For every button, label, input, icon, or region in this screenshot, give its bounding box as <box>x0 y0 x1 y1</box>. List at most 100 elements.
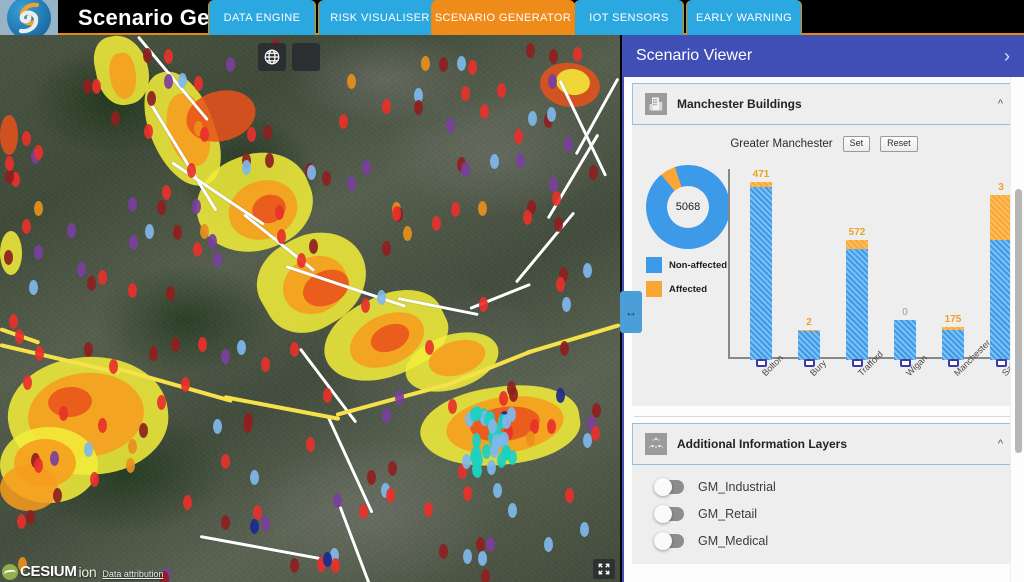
tab-iot-sensors[interactable]: IOT SENSORS <box>574 0 684 35</box>
building-marker[interactable] <box>128 439 137 454</box>
building-marker[interactable] <box>347 176 356 191</box>
building-marker[interactable] <box>265 153 274 168</box>
building-marker[interactable] <box>473 406 482 421</box>
building-marker[interactable] <box>463 486 472 501</box>
building-marker[interactable] <box>247 127 256 142</box>
building-marker[interactable] <box>446 118 455 133</box>
building-marker[interactable] <box>552 191 561 206</box>
building-marker[interactable] <box>382 241 391 256</box>
building-marker[interactable] <box>143 48 152 63</box>
building-marker[interactable] <box>23 375 32 390</box>
building-marker[interactable] <box>487 460 496 475</box>
building-marker[interactable] <box>193 242 202 257</box>
building-marker[interactable] <box>589 165 598 180</box>
building-marker[interactable] <box>560 341 569 356</box>
bar-column[interactable]: 471 <box>750 169 772 360</box>
building-marker[interactable] <box>171 337 180 352</box>
building-marker[interactable] <box>497 83 506 98</box>
building-marker[interactable] <box>213 252 222 267</box>
building-marker[interactable] <box>129 235 138 250</box>
reset-button[interactable]: Reset <box>880 136 918 152</box>
building-marker[interactable] <box>386 488 395 503</box>
building-marker[interactable] <box>425 340 434 355</box>
building-marker[interactable] <box>162 185 171 200</box>
building-marker[interactable] <box>322 171 331 186</box>
building-marker[interactable] <box>90 472 99 487</box>
building-marker[interactable] <box>183 495 192 510</box>
building-marker[interactable] <box>362 160 371 175</box>
building-marker[interactable] <box>111 111 120 126</box>
building-marker[interactable] <box>502 445 511 460</box>
building-marker[interactable] <box>17 514 26 529</box>
building-marker[interactable] <box>34 458 43 473</box>
tab-data-engine[interactable]: DATA ENGINE <box>208 0 316 35</box>
building-marker[interactable] <box>392 206 401 221</box>
layer-row[interactable]: GM_Retail <box>632 500 1016 527</box>
building-marker[interactable] <box>499 391 508 406</box>
building-marker[interactable] <box>554 217 563 232</box>
chevron-right-icon[interactable]: › <box>1004 47 1010 65</box>
building-marker[interactable] <box>128 197 137 212</box>
building-marker[interactable] <box>421 56 430 71</box>
layer-row[interactable]: GM_Industrial <box>632 473 1016 500</box>
building-marker[interactable] <box>250 519 259 534</box>
bar-segment-non-affected[interactable] <box>750 187 772 360</box>
cesium-ion-logo-icon[interactable]: CESIUM ion <box>2 563 96 580</box>
tab-early-warning[interactable]: EARLY WARNING <box>686 0 802 35</box>
building-marker[interactable] <box>476 537 485 552</box>
building-marker[interactable] <box>478 551 487 566</box>
building-marker[interactable] <box>253 505 262 520</box>
card-header-additional-layers[interactable]: Additional Information Layers ^ <box>632 423 1016 465</box>
building-marker[interactable] <box>486 537 495 552</box>
building-marker[interactable] <box>382 99 391 114</box>
building-marker[interactable] <box>15 329 24 344</box>
building-marker[interactable] <box>331 558 340 573</box>
building-marker[interactable] <box>549 177 558 192</box>
building-marker[interactable] <box>139 423 148 438</box>
globe-icon[interactable] <box>258 43 286 71</box>
building-marker[interactable] <box>147 91 156 106</box>
building-marker[interactable] <box>544 537 553 552</box>
building-marker[interactable] <box>157 200 166 215</box>
building-marker[interactable] <box>583 263 592 278</box>
bar-segment-non-affected[interactable] <box>846 249 868 360</box>
building-marker[interactable] <box>243 418 252 433</box>
building-marker[interactable] <box>359 504 368 519</box>
building-marker[interactable] <box>178 73 187 88</box>
building-marker[interactable] <box>448 399 457 414</box>
layer-row[interactable]: GM_Medical <box>632 527 1016 554</box>
building-marker[interactable] <box>290 342 299 357</box>
building-marker[interactable] <box>439 544 448 559</box>
building-marker[interactable] <box>92 79 101 94</box>
layer-box-icon[interactable] <box>292 43 320 71</box>
building-marker[interactable] <box>480 104 489 119</box>
building-marker[interactable] <box>528 111 537 126</box>
bar-segment-non-affected[interactable] <box>798 331 820 360</box>
building-marker[interactable] <box>591 426 600 441</box>
chevron-up-icon[interactable]: ^ <box>998 98 1003 110</box>
building-marker[interactable] <box>226 57 235 72</box>
bar-column[interactable]: 2 <box>798 317 820 360</box>
building-marker[interactable] <box>526 43 535 58</box>
bar-segment-non-affected[interactable] <box>942 330 964 360</box>
building-marker[interactable] <box>144 124 153 139</box>
set-button[interactable]: Set <box>843 136 871 152</box>
bar-column[interactable]: 175 <box>942 314 964 360</box>
tab-risk-visualiser[interactable]: RISK VISUALISER <box>318 0 442 35</box>
building-marker[interactable] <box>451 202 460 217</box>
building-marker[interactable] <box>377 290 386 305</box>
building-marker[interactable] <box>26 510 35 525</box>
building-marker[interactable] <box>309 239 318 254</box>
building-marker[interactable] <box>145 224 154 239</box>
building-marker[interactable] <box>439 57 448 72</box>
building-marker[interactable] <box>509 387 518 402</box>
building-marker[interactable] <box>221 349 230 364</box>
legend-item[interactable]: Affected <box>646 281 730 297</box>
layer-toggle[interactable] <box>654 480 684 494</box>
building-marker[interactable] <box>109 359 118 374</box>
building-marker[interactable] <box>98 418 107 433</box>
building-marker[interactable] <box>432 216 441 231</box>
building-marker[interactable] <box>237 340 246 355</box>
building-marker[interactable] <box>414 100 423 115</box>
bar-segment-non-affected[interactable] <box>990 240 1012 360</box>
